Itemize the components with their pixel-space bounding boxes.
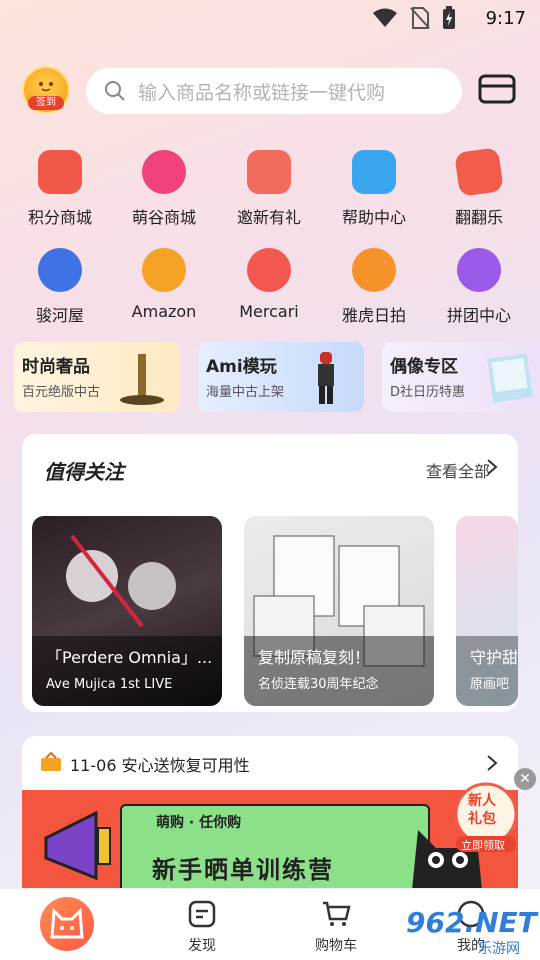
group-buy-icon <box>457 248 501 292</box>
notice-section: 11-06 安心送恢复可用性 萌购 · 任你购 新手晒单训练营 <box>22 736 518 896</box>
top-bar: 签到 输入商品名称或链接一键代购 <box>0 66 540 118</box>
view-all-link[interactable]: 查看全部 <box>426 458 490 482</box>
section-title: 值得关注 <box>44 460 124 484</box>
banner-tag: 萌购 · 任你购 <box>156 815 242 831</box>
shortcut-label: 骏河屋 <box>35 306 84 325</box>
gift-shop-icon <box>38 150 82 194</box>
message-icon[interactable] <box>478 74 516 104</box>
card-subtitle: Ave Mujica 1st LIVE <box>46 677 173 692</box>
help-book-icon <box>352 150 396 194</box>
new-user-gift-button[interactable]: 新人 礼包 立即领取 <box>448 780 524 856</box>
featured-card[interactable]: 复制原稿复刻！ 名侦连载30周年纪念 <box>244 516 434 706</box>
gift-cta: 立即领取 <box>461 839 505 852</box>
mercari-icon <box>247 248 291 292</box>
chevron-right-icon[interactable] <box>486 754 498 772</box>
tab-cart[interactable]: 购物车 <box>291 899 381 955</box>
gift-box-icon <box>41 752 61 771</box>
shortcut-label: 邀新有礼 <box>236 208 301 227</box>
shortcut-label: 拼团中心 <box>446 306 511 325</box>
calendar-image <box>487 353 533 403</box>
shortcut-label: Amazon <box>131 302 197 321</box>
tab-label: 发现 <box>188 938 216 954</box>
promo-idol[interactable]: 偶像专区 D社日历特惠 <box>382 342 540 412</box>
amazon-icon <box>142 248 186 292</box>
flip-cards-icon <box>454 147 504 197</box>
featured-card[interactable]: 「Perdere Omnia」... Ave Mujica 1st LIVE <box>32 516 222 706</box>
search-placeholder: 输入商品名称或链接一键代购 <box>138 81 386 104</box>
search-input[interactable]: 输入商品名称或链接一键代购 <box>86 68 462 114</box>
figure-toy-image <box>318 352 334 404</box>
card-subtitle: 名侦连载30周年纪念 <box>258 677 379 692</box>
coupon-icon <box>247 150 291 194</box>
chevron-right-icon[interactable] <box>486 458 498 476</box>
shortcut-group-buy[interactable]: 拼团中心 <box>429 248 529 326</box>
tab-discover[interactable]: 发现 <box>157 899 247 955</box>
site-watermark: 962.NET 乐游网 <box>402 904 540 960</box>
watermark-text: 962.NET <box>406 906 537 939</box>
featured-card[interactable]: 守护甜 原画吧 <box>456 516 518 706</box>
shortcut-flip[interactable]: 翻翻乐 <box>429 147 529 228</box>
promo-banner[interactable]: 萌购 · 任你购 新手晒单训练营 <box>22 790 518 896</box>
shortcut-amazon[interactable]: Amazon <box>114 248 214 321</box>
watermark-subtext: 乐游网 <box>478 941 520 957</box>
shortcut-label: 帮助中心 <box>341 208 406 227</box>
shortcut-label: 积分商城 <box>27 208 92 227</box>
shortcut-points-mall[interactable]: 积分商城 <box>10 150 110 228</box>
close-icon[interactable]: ✕ <box>514 768 536 790</box>
yahoo-auction-icon <box>352 248 396 292</box>
notice-text[interactable]: 11-06 安心送恢复可用性 <box>70 752 250 776</box>
status-icons <box>372 6 456 30</box>
banner-title: 新手晒单训练营 <box>152 856 334 884</box>
banner-panel: 萌购 · 任你购 新手晒单训练营 <box>120 804 430 896</box>
no-sim-icon <box>410 7 430 29</box>
shortcut-label: Mercari <box>239 302 299 321</box>
battery-charging-icon <box>443 6 455 29</box>
card-title: 「Perdere Omnia」... <box>46 648 213 667</box>
status-time: 9:17 <box>485 8 526 29</box>
shortcut-label: 翻翻乐 <box>454 208 503 227</box>
shortcut-label: 萌谷商城 <box>131 208 196 227</box>
discover-icon <box>188 900 216 928</box>
featured-section: 值得关注 查看全部 「Perdere Omnia」... Ave Mujica … <box>22 434 518 712</box>
gift-line-2: 礼包 <box>468 811 496 827</box>
lion-mascot-icon <box>39 82 53 92</box>
home-tab[interactable] <box>40 897 94 951</box>
tab-label: 购物车 <box>315 938 357 954</box>
checkin-button[interactable]: 签到 <box>22 66 70 114</box>
shopping-cart-icon <box>323 901 351 926</box>
bunny-icon <box>142 150 186 194</box>
search-icon <box>105 81 125 101</box>
shortcut-help[interactable]: 帮助中心 <box>324 150 424 228</box>
wifi-icon <box>373 8 397 27</box>
promo-luxury[interactable]: 时尚奢品 百元绝版中古 <box>14 342 180 412</box>
checkin-label: 签到 <box>28 96 64 110</box>
megaphone-icon <box>44 810 111 881</box>
card-title: 守护甜 <box>470 648 518 667</box>
promo-ami[interactable]: Ami模玩 海量中古上架 <box>198 342 364 412</box>
shortcut-mercari[interactable]: Mercari <box>219 248 319 321</box>
shortcut-menggu-mall[interactable]: 萌谷商城 <box>114 150 214 228</box>
shortcut-yahoo[interactable]: 雅虎日拍 <box>324 248 424 326</box>
shortcut-surugaya[interactable]: 骏河屋 <box>10 248 110 326</box>
gift-line-1: 新人 <box>468 793 496 809</box>
card-title: 复制原稿复刻！ <box>258 648 371 667</box>
shortcut-invite[interactable]: 邀新有礼 <box>219 150 319 228</box>
surugaya-icon <box>38 248 82 292</box>
luxury-figure-image <box>120 354 164 405</box>
card-subtitle: 原画吧 <box>470 677 510 692</box>
cat-face-icon <box>50 907 84 939</box>
status-bar: 9:17 <box>0 0 540 36</box>
shortcut-label: 雅虎日拍 <box>341 306 406 325</box>
